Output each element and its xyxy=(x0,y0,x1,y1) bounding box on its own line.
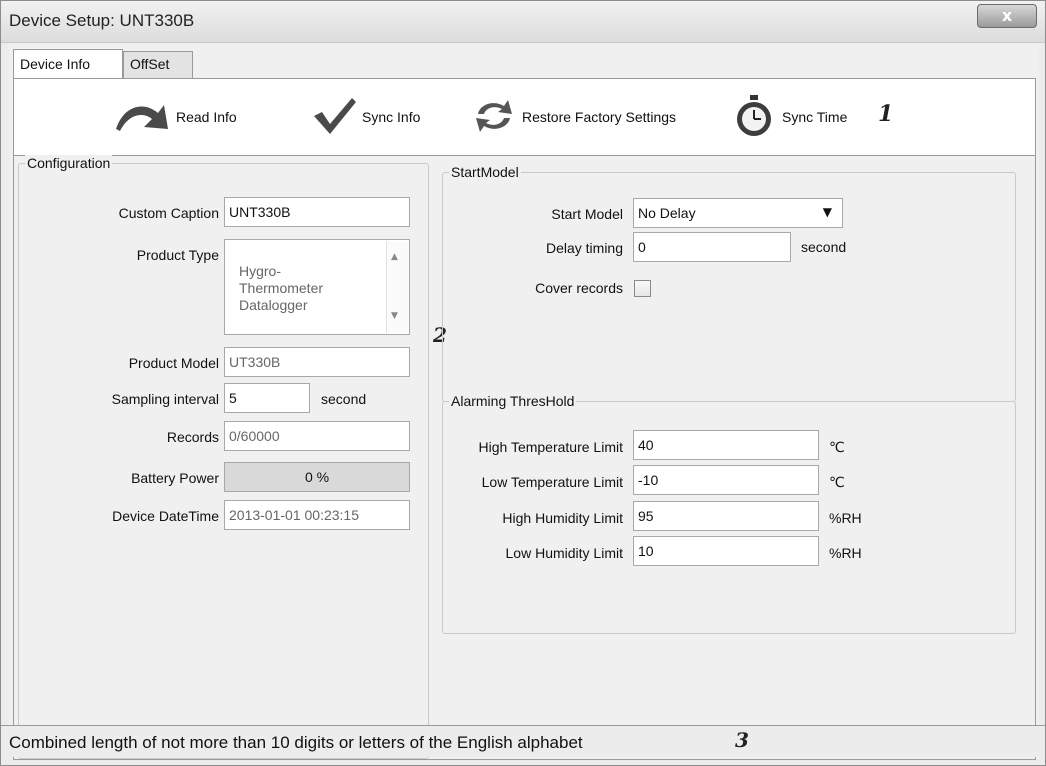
device-info-panel: Read Info Sync Info Restore Factory Sett… xyxy=(13,78,1036,760)
sync-info-button[interactable]: Sync Info xyxy=(312,97,420,137)
client-area: Device Info OffSet Read Info Sync Info R… xyxy=(9,43,1039,760)
refresh-arrows-icon xyxy=(472,96,522,139)
sync-info-label: Sync Info xyxy=(362,109,421,125)
configuration-group: Configuration Custom Caption UNT330B Pro… xyxy=(18,155,429,759)
restore-factory-button[interactable]: Restore Factory Settings xyxy=(472,97,676,137)
stopwatch-icon xyxy=(732,94,782,141)
window-title: Device Setup: UNT330B xyxy=(9,11,195,30)
callout-marker-3: 3 xyxy=(735,728,749,752)
close-button[interactable]: x xyxy=(977,4,1037,28)
device-datetime-field: 2013-01-01 00:23:15 xyxy=(224,500,410,530)
battery-power-bar: 0 % xyxy=(224,462,410,492)
custom-caption-label: Custom Caption xyxy=(118,205,219,221)
product-type-scrollbar[interactable]: ▲ ▼ xyxy=(386,241,408,333)
toolbar: Read Info Sync Info Restore Factory Sett… xyxy=(14,79,1035,156)
sync-time-button[interactable]: Sync Time xyxy=(732,94,848,137)
dropdown-arrow-icon: ▼ xyxy=(822,205,832,219)
start-model-value: No Delay xyxy=(638,205,696,221)
cover-records-label: Cover records xyxy=(535,280,623,296)
checkmark-icon xyxy=(312,96,362,139)
restore-factory-label: Restore Factory Settings xyxy=(522,109,677,125)
start-model-group: StartModel Start Model No Delay ▼ Delay … xyxy=(442,164,1016,402)
low-humidity-label: Low Humidity Limit xyxy=(505,545,623,561)
cover-records-checkbox[interactable] xyxy=(634,280,651,297)
product-model-field: UT330B xyxy=(224,347,410,377)
scroll-up-arrow-icon[interactable]: ▲ xyxy=(391,249,398,266)
start-model-legend: StartModel xyxy=(449,164,521,180)
tab-offset[interactable]: OffSet xyxy=(123,51,193,79)
tab-device-info[interactable]: Device Info xyxy=(13,49,123,79)
read-arrow-icon xyxy=(114,99,176,136)
read-info-label: Read Info xyxy=(176,109,237,125)
alarming-threshold-group: Alarming ThresHold High Temperature Limi… xyxy=(442,393,1016,634)
low-temp-input[interactable]: -10 xyxy=(633,465,819,495)
high-temp-input[interactable]: 40 xyxy=(633,430,819,460)
high-temp-label: High Temperature Limit xyxy=(478,439,623,455)
callout-marker-1: 1 xyxy=(878,101,894,127)
status-text: Combined length of not more than 10 digi… xyxy=(9,733,583,752)
sampling-interval-label: Sampling interval xyxy=(111,391,219,407)
high-humidity-input[interactable]: 95 xyxy=(633,501,819,531)
high-temp-unit: ℃ xyxy=(829,439,845,455)
high-humidity-unit: %RH xyxy=(829,510,862,526)
product-type-textarea[interactable]: Hygro- Thermometer Datalogger ▲ ▼ xyxy=(224,239,410,335)
product-type-label: Product Type xyxy=(136,247,219,263)
scroll-down-arrow-icon[interactable]: ▼ xyxy=(391,308,398,325)
configuration-legend: Configuration xyxy=(25,155,113,171)
start-model-select[interactable]: No Delay ▼ xyxy=(633,198,843,228)
delay-timing-unit: second xyxy=(801,239,847,255)
product-type-value: Hygro- Thermometer Datalogger xyxy=(239,263,324,313)
device-datetime-label: Device DateTime xyxy=(112,508,219,524)
read-info-button[interactable]: Read Info xyxy=(114,97,237,137)
low-humidity-unit: %RH xyxy=(829,545,862,561)
sync-time-label: Sync Time xyxy=(782,109,848,125)
records-label: Records xyxy=(166,429,219,445)
delay-timing-label: Delay timing xyxy=(545,240,623,256)
high-humidity-label: High Humidity Limit xyxy=(502,510,623,526)
low-temp-unit: ℃ xyxy=(829,474,845,490)
start-model-label: Start Model xyxy=(551,206,623,222)
low-humidity-input[interactable]: 10 xyxy=(633,536,819,566)
sampling-interval-unit: second xyxy=(321,391,367,407)
low-temp-label: Low Temperature Limit xyxy=(481,474,623,490)
delay-timing-input[interactable]: 0 xyxy=(633,232,791,262)
product-model-label: Product Model xyxy=(128,355,219,371)
title-bar[interactable]: Device Setup: UNT330B x xyxy=(1,1,1045,43)
sampling-interval-input[interactable]: 5 xyxy=(224,383,310,413)
records-field: 0/60000 xyxy=(224,421,410,451)
device-setup-window: Device Setup: UNT330B x Device Info OffS… xyxy=(0,0,1046,766)
status-bar: Combined length of not more than 10 digi… xyxy=(1,725,1045,757)
alarming-threshold-legend: Alarming ThresHold xyxy=(449,393,577,409)
custom-caption-input[interactable]: UNT330B xyxy=(224,197,410,227)
battery-power-label: Battery Power xyxy=(131,470,219,486)
